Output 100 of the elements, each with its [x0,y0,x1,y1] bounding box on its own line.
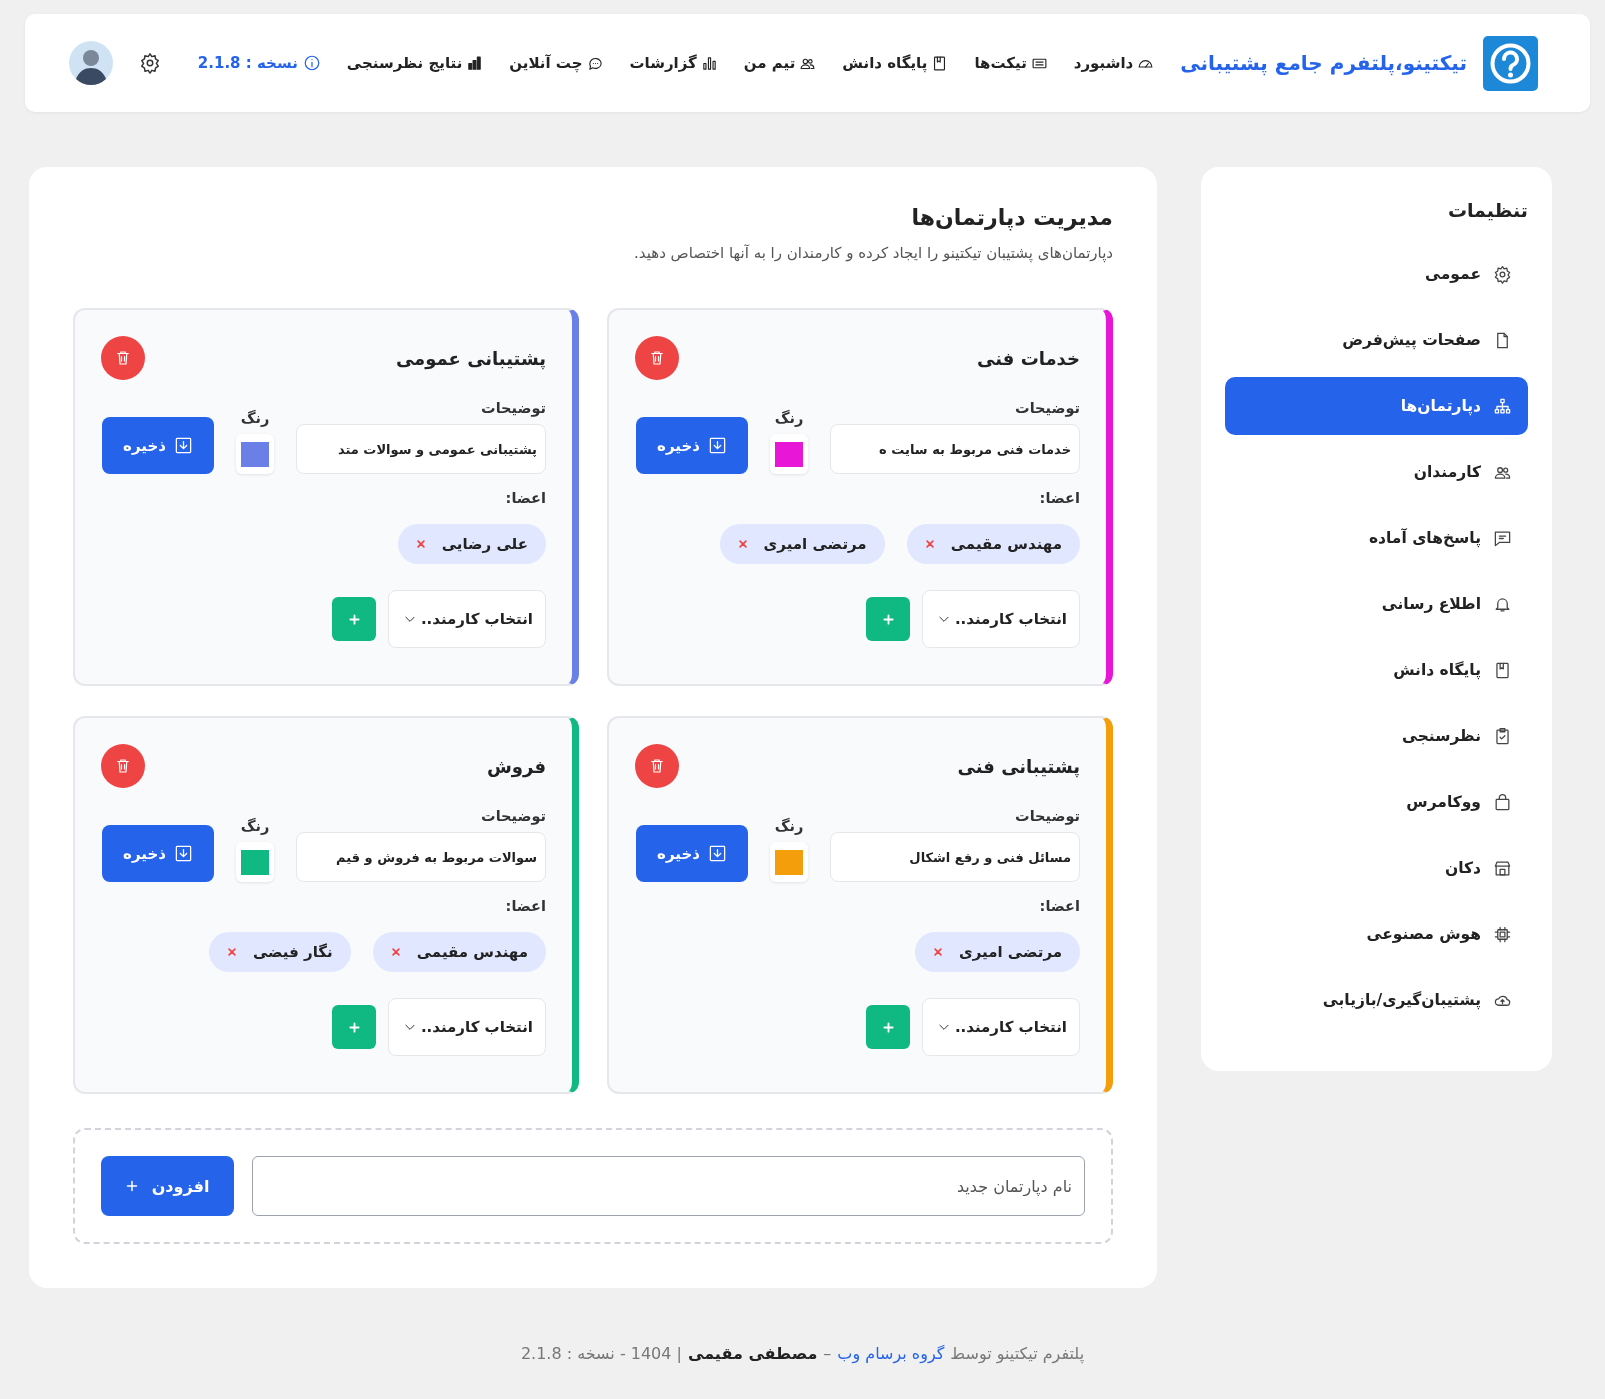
chip-icon [1493,924,1512,944]
trash-icon [114,757,132,775]
close-icon [932,947,943,957]
employee-select[interactable]: انتخاب کارمند.. [388,998,546,1056]
delete-button[interactable] [101,744,145,788]
save-button[interactable]: ذخیره [102,825,214,882]
members-label: اعضا: [1038,898,1080,914]
save-button[interactable]: ذخیره [102,417,214,474]
member-tag: مرتضی امیری [914,932,1080,972]
nav-link[interactable]: پایگاه دانش [842,54,949,72]
close-icon [226,947,237,957]
nav-link[interactable]: تیکت‌ها [974,54,1048,72]
sidebar-item[interactable]: کارمندان [1225,443,1528,501]
footer-link[interactable]: گروه برسام وب [837,1344,945,1363]
sidebar-item[interactable]: صفحات پیش‌فرض [1225,311,1528,369]
bar-chart-icon [466,54,484,72]
remove-button[interactable] [415,539,426,549]
nav-link[interactable]: داشبورد [1073,54,1155,72]
department-name: فروش [487,755,546,777]
footer-text: پلتفرم تیکتینو توسط [950,1344,1085,1363]
add-member-button[interactable] [332,597,376,641]
remove-button[interactable] [226,947,237,957]
description-field[interactable]: پشتیبانی عمومی و سوالات متد [296,424,546,474]
nav-link[interactable]: گزارشات [629,54,718,72]
settings-icon [139,52,161,74]
plus-icon [882,1021,894,1033]
remove-button[interactable] [390,947,401,957]
member-tag: مهندس مقیمی [372,932,546,972]
field-label: رنگ [774,818,804,834]
close-icon [415,539,426,549]
sidebar-item[interactable]: عمومی [1225,245,1528,303]
footer-text: – [823,1344,832,1363]
plus-icon [348,1021,360,1033]
close-icon [737,539,748,549]
add-member-button[interactable] [866,597,910,641]
bag-icon [1493,792,1512,812]
trash-icon [114,349,132,367]
member-tag: علی رضایی [397,524,546,564]
remove-button[interactable] [924,539,935,549]
settings-button[interactable] [139,52,161,74]
plus-icon [882,613,894,625]
sidebar-item[interactable]: ووکامرس [1225,773,1528,831]
color-picker[interactable] [770,434,808,474]
sidebar-item[interactable]: اطلاع رسانی [1225,575,1528,633]
download-icon [707,436,727,455]
avatar[interactable] [69,41,113,85]
sidebar-item[interactable]: دپارتمان‌ها [1225,377,1528,435]
save-button[interactable]: ذخیره [636,825,748,882]
add-member-button[interactable] [332,1005,376,1049]
bar-chart-icon [700,54,718,72]
add-member-button[interactable] [866,1005,910,1049]
field-label: توضیحات [480,400,546,416]
add-button[interactable]: افزودن [101,1156,234,1216]
settings-icon [1493,264,1512,284]
sidebar-item[interactable]: پایگاه دانش [1225,641,1528,699]
description-field[interactable]: خدمات فنی مربوط به سایت ه [830,424,1080,474]
color-picker[interactable] [236,434,274,474]
employee-select[interactable]: انتخاب کارمند.. [922,590,1080,648]
employee-select[interactable]: انتخاب کارمند.. [388,590,546,648]
employee-select[interactable]: انتخاب کارمند.. [922,998,1080,1056]
field-label: توضیحات [480,808,546,824]
field-label: رنگ [774,410,804,426]
sidebar-item[interactable]: پاسخ‌های آماده [1225,509,1528,567]
version-link[interactable]: نسخه : 2.1.8 [197,54,321,72]
color-picker[interactable] [236,842,274,882]
members-label: اعضا: [504,898,546,914]
member-tag: مرتضی امیری [719,524,885,564]
sidebar-item[interactable]: نظرسنجی [1225,707,1528,765]
sidebar-item[interactable]: هوش مصنوعی [1225,905,1528,963]
remove-button[interactable] [737,539,748,549]
delete-button[interactable] [635,336,679,380]
description-field[interactable]: سوالات مربوط به فروش و قیم [296,832,546,882]
page-subtitle: دپارتمان‌های پشتیبان تیکتینو را ایجاد کرده و کارمندان را به آنها اختصاص دهید. [633,244,1113,262]
plus-icon [348,613,360,625]
save-button[interactable]: ذخیره [636,417,748,474]
sidebar-title: تنظیمات [1446,199,1528,221]
app-title[interactable]: تیکتینو،پلتفرم جامع پشتیبانی [1180,51,1467,75]
footer-text: | 1404 - نسخه : 2.1.8 [520,1344,682,1363]
hierarchy-icon [1493,396,1512,416]
remove-button[interactable] [932,947,943,957]
description-field[interactable]: مسائل فنی و رفع اشکال [830,832,1080,882]
download-icon [173,436,193,455]
nav-link[interactable]: چت آنلاین [509,54,604,72]
nav-link[interactable]: نتایج نظرسنجی [346,54,484,72]
delete-button[interactable] [101,336,145,380]
nav-link[interactable]: تیم من [743,54,817,72]
field-label: رنگ [240,818,270,834]
book-icon [1493,660,1512,680]
plus-icon [125,1180,138,1192]
delete-button[interactable] [635,744,679,788]
trash-icon [648,349,666,367]
color-picker[interactable] [770,842,808,882]
download-icon [707,844,727,863]
member-tag: نگار فیضی [208,932,351,972]
field-label: توضیحات [1014,808,1080,824]
sidebar-item[interactable]: دکان [1225,839,1528,897]
sidebar-item[interactable]: پشتیبان‌گیری/بازیابی [1225,971,1528,1029]
page-title: مدیریت دپارتمان‌ها [910,205,1113,230]
member-tag: مهندس مقیمی [906,524,1080,564]
department-name-field[interactable]: نام دپارتمان جدید [252,1156,1085,1216]
